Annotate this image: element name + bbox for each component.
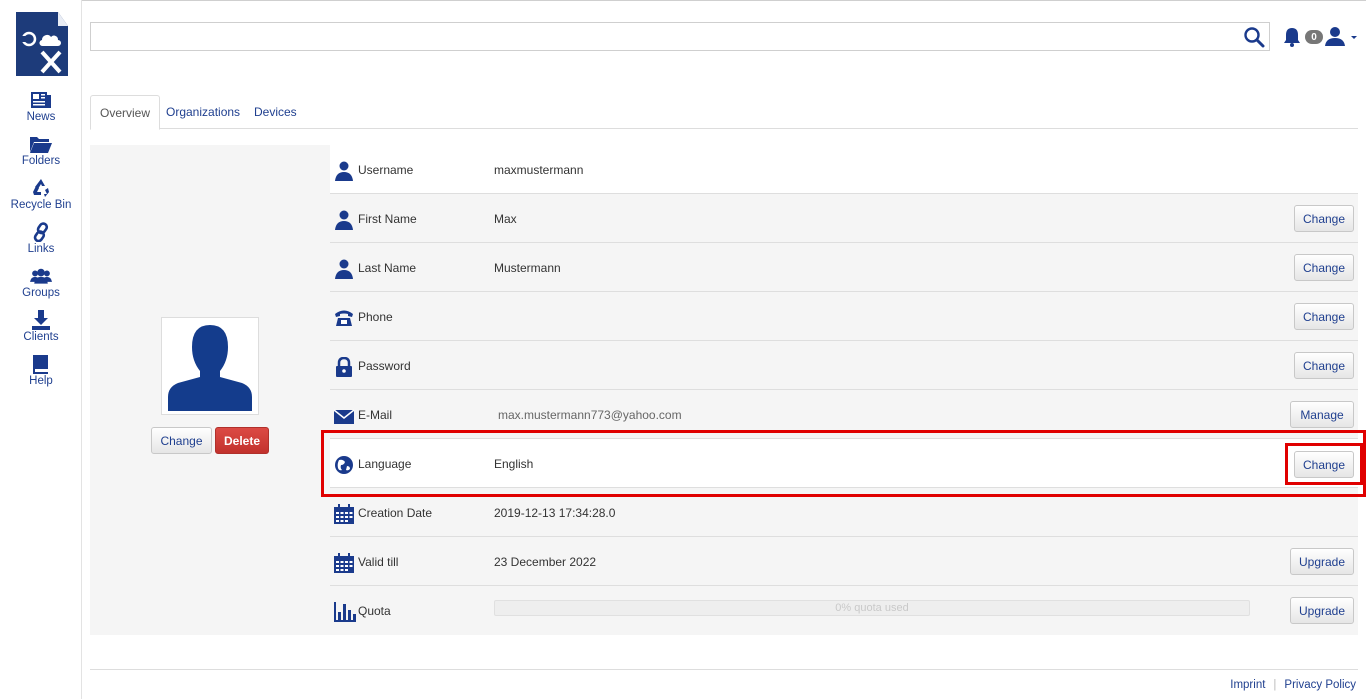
change-password-button[interactable]: Change <box>1294 352 1354 379</box>
search-input[interactable] <box>97 27 1227 47</box>
sidebar-item-news[interactable]: News <box>0 90 82 134</box>
change-phone-button[interactable]: Change <box>1294 303 1354 330</box>
top-border <box>0 0 1366 1</box>
row-label: Quota <box>358 604 391 618</box>
user-menu[interactable] <box>1325 26 1361 48</box>
folder-icon <box>30 134 52 154</box>
sidebar: News Folders Recycle Bin Links Groups Cl… <box>0 0 82 699</box>
row-label: First Name <box>358 212 417 226</box>
profile-details: Username maxmustermann First Name Max Ch… <box>330 145 1358 635</box>
calendar-icon <box>334 504 354 524</box>
avatar-placeholder-icon <box>168 325 252 411</box>
notification-count-badge: 0 <box>1305 30 1323 44</box>
valid-till-value: 23 December 2022 <box>494 555 597 569</box>
tab-devices[interactable]: Devices <box>245 95 306 129</box>
row-label: Password <box>358 359 411 373</box>
creation-date-value: 2019-12-13 17:34:28.0 <box>494 506 616 520</box>
row-label: Phone <box>358 310 393 324</box>
highlight-language-row <box>321 430 1366 497</box>
quota-progress-text: 0% quota used <box>835 602 909 614</box>
imprint-link[interactable]: Imprint <box>1230 679 1265 691</box>
row-quota: Quota 0% quota used Upgrade <box>330 586 1358 635</box>
search-bar <box>90 22 1270 51</box>
user-icon <box>334 259 354 279</box>
upgrade-validity-button[interactable]: Upgrade <box>1290 548 1354 575</box>
user-icon <box>334 210 354 230</box>
change-first-name-button[interactable]: Change <box>1294 205 1354 232</box>
row-label: Valid till <box>358 555 399 569</box>
link-icon <box>30 222 52 242</box>
sidebar-item-links[interactable]: Links <box>0 222 82 266</box>
app-logo[interactable] <box>16 12 68 76</box>
sidebar-item-recycle-bin[interactable]: Recycle Bin <box>0 178 82 222</box>
row-first-name: First Name Max Change <box>330 194 1358 243</box>
lock-icon <box>334 356 354 377</box>
row-label: Creation Date <box>358 506 433 520</box>
row-last-name: Last Name Mustermann Change <box>330 243 1358 292</box>
email-value: max.mustermann773@yahoo.com <box>498 408 682 422</box>
recycle-icon <box>30 178 52 198</box>
envelope-icon <box>333 406 355 426</box>
sidebar-item-label: Folders <box>21 155 61 167</box>
footer-separator: | <box>1273 679 1277 691</box>
profile-tabs: Overview Organizations Devices <box>90 95 1358 130</box>
sidebar-item-label: News <box>26 111 56 123</box>
row-phone: Phone Change <box>330 292 1358 341</box>
sidebar-item-folders[interactable]: Folders <box>0 134 82 178</box>
footer-divider <box>90 669 1358 670</box>
first-name-value: Max <box>494 212 517 226</box>
quota-progress-bar: 0% quota used <box>494 600 1250 616</box>
tab-overview[interactable]: Overview <box>90 95 161 130</box>
bar-chart-icon <box>334 602 356 622</box>
username-value: maxmustermann <box>494 163 584 177</box>
sidebar-item-label: Help <box>29 375 53 387</box>
highlight-change-language-button <box>1285 443 1363 485</box>
footer: Imprint | Privacy Policy <box>1230 679 1356 691</box>
user-icon <box>1325 27 1357 46</box>
change-avatar-button[interactable]: Change <box>151 427 212 454</box>
sidebar-item-groups[interactable]: Groups <box>0 266 82 310</box>
search-icon[interactable] <box>1243 26 1265 48</box>
sidebar-item-label: Recycle Bin <box>10 199 72 211</box>
manage-email-button[interactable]: Manage <box>1290 401 1354 428</box>
sidebar-item-label: Links <box>27 243 55 255</box>
row-valid-till: Valid till 23 December 2022 Upgrade <box>330 537 1358 586</box>
sidebar-item-help[interactable]: Help <box>0 354 82 398</box>
privacy-policy-link[interactable]: Privacy Policy <box>1284 679 1356 691</box>
newspaper-icon <box>30 90 52 110</box>
last-name-value: Mustermann <box>494 261 561 275</box>
sidebar-nav: News Folders Recycle Bin Links Groups Cl… <box>0 90 82 398</box>
row-label: Username <box>358 163 414 177</box>
users-icon <box>30 266 52 286</box>
book-icon <box>30 354 52 374</box>
row-password: Password Change <box>330 341 1358 390</box>
sidebar-item-clients[interactable]: Clients <box>0 310 82 354</box>
row-label: Last Name <box>358 261 417 275</box>
upgrade-quota-button[interactable]: Upgrade <box>1290 597 1354 624</box>
user-icon <box>334 161 354 181</box>
chevron-down-icon <box>1351 36 1357 39</box>
tab-organizations[interactable]: Organizations <box>157 95 249 129</box>
sidebar-item-label: Clients <box>23 331 59 343</box>
profile-panel: Change Delete Username maxmustermann Fir… <box>90 145 1358 635</box>
notification-bell-icon[interactable] <box>1282 27 1302 47</box>
delete-avatar-button[interactable]: Delete <box>215 427 269 454</box>
change-last-name-button[interactable]: Change <box>1294 254 1354 281</box>
sidebar-item-label: Groups <box>22 287 60 299</box>
avatar <box>161 317 259 415</box>
row-label: E-Mail <box>358 408 393 422</box>
download-icon <box>30 310 52 330</box>
calendar-icon <box>334 553 354 573</box>
row-username: Username maxmustermann <box>330 145 1358 194</box>
phone-icon <box>334 308 354 328</box>
